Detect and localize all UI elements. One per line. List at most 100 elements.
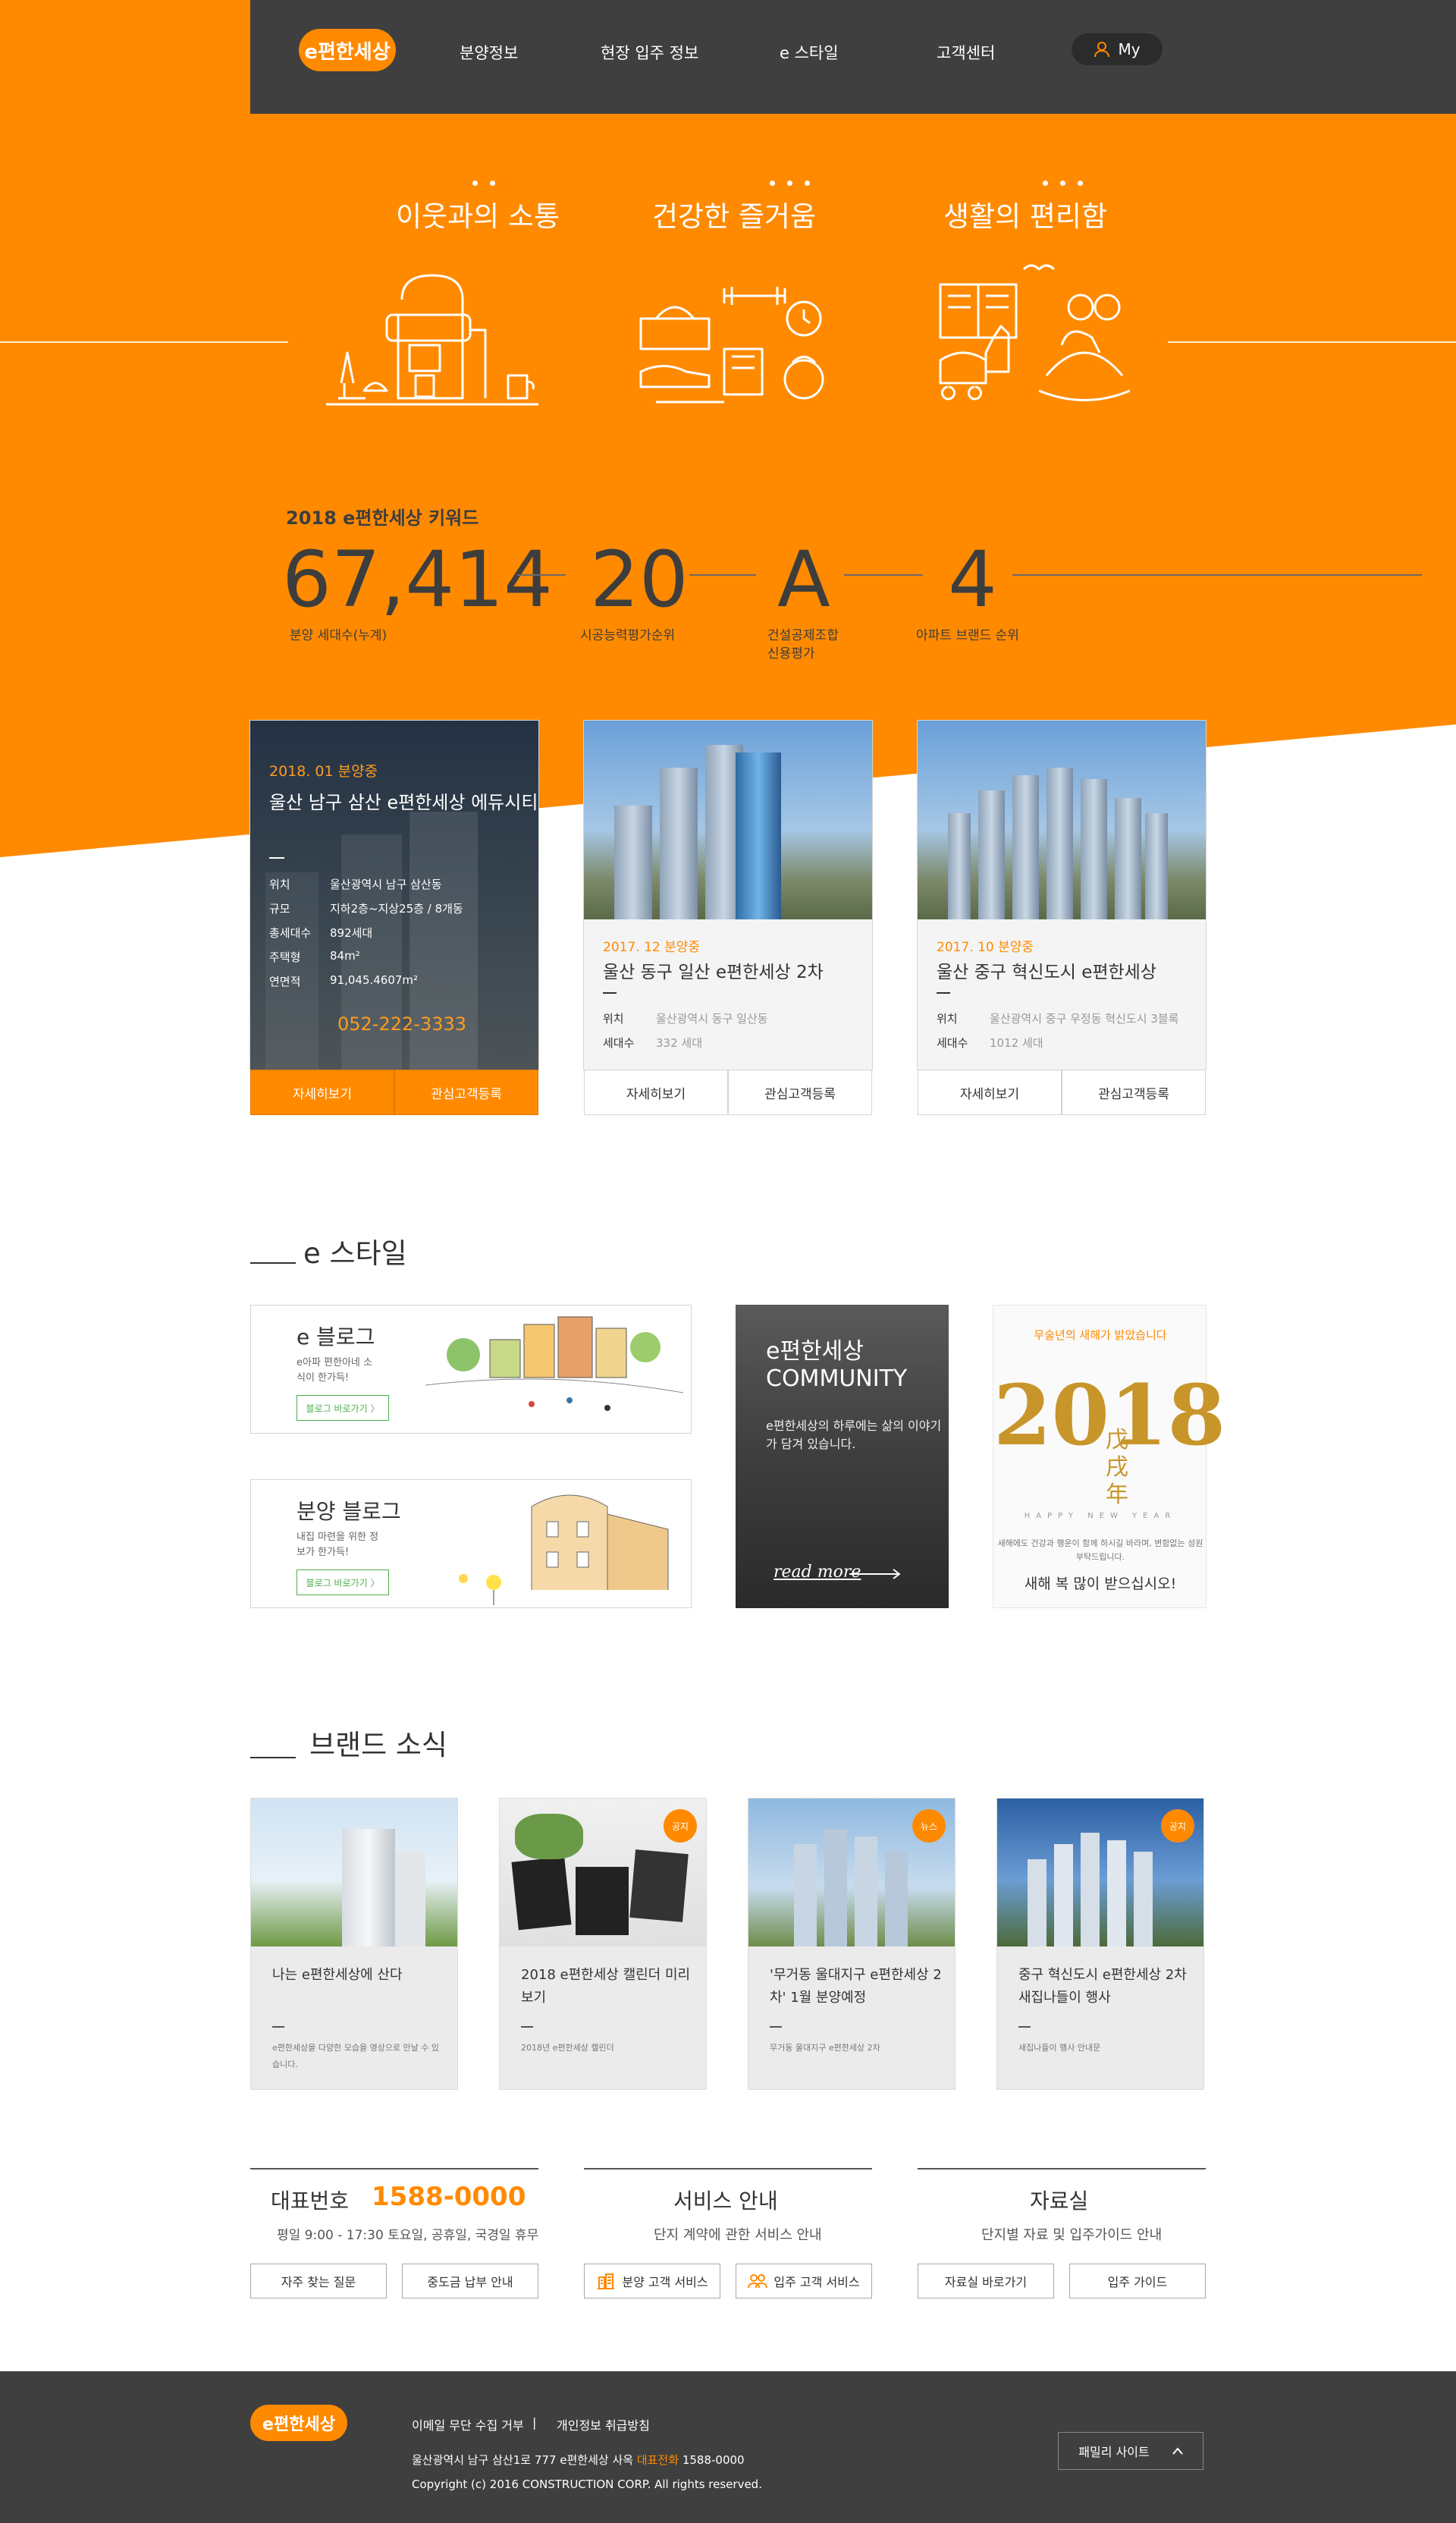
detail-button[interactable]: 자세히보기	[918, 1070, 1062, 1115]
top-nav-bar	[250, 0, 1456, 114]
register-button[interactable]: 관심고객등록	[394, 1070, 538, 1115]
keyword-value-1: 67,414	[282, 535, 553, 625]
card-dash	[603, 992, 617, 994]
emphasis-dots	[1043, 181, 1083, 186]
divider-line	[844, 574, 923, 576]
news-card-4[interactable]: 공지 중구 혁신도시 e편한세상 2차 새집나들이 행사 새집나들이 행사 안내…	[996, 1798, 1204, 2090]
service-title: 서비스 안내	[673, 2188, 778, 2214]
news-card-3[interactable]: 뉴스 '무거동 울대지구 e편한세상 2차' 1월 분양예정 무거동 울대지구 …	[748, 1798, 956, 2090]
footer: e편한세상 이메일 무단 수집 거부 | 개인정보 취급방침 울산광역시 남구 …	[0, 2371, 1456, 2523]
register-button[interactable]: 관심고객등록	[728, 1070, 872, 1115]
move-service-label: 입주 고객 서비스	[774, 2275, 860, 2289]
divider-line	[517, 574, 566, 576]
divider-line	[689, 574, 756, 576]
keyword-value-4: 4	[948, 535, 997, 625]
archive-title: 자료실	[1030, 2188, 1089, 2214]
keyword-label-1: 분양 세대수(누계)	[290, 628, 388, 643]
concept-title-3: 생활의 편리함	[943, 200, 1107, 233]
new-year-top-text: 무술년의 새해가 밝았습니다	[1034, 1328, 1167, 1342]
page-root: { "brand": {"logo_text": "e편한세상", "accen…	[0, 0, 1456, 2523]
news-desc: e편한세상을 다양한 모습을 영상으로 만날 수 있습니다.	[272, 2043, 440, 2069]
register-button[interactable]: 관심고객등록	[1062, 1070, 1206, 1115]
card-row: 규모 지하2층~지상25층 / 8개동	[269, 902, 463, 916]
news-card-1[interactable]: 나는 e편한세상에 산다 e편한세상을 다양한 모습을 영상으로 만날 수 있습…	[250, 1798, 458, 2090]
hero-line-right	[1168, 341, 1456, 343]
footer-divider: |	[532, 2415, 537, 2430]
card-row: 위치 울산광역시 남구 삼산동	[269, 878, 442, 891]
community-desc: e편한세상의 하루에는 삶의 이야기가 담겨 있습니다.	[766, 1419, 942, 1451]
my-button[interactable]: My	[1072, 33, 1163, 65]
divider-line	[1012, 574, 1422, 576]
move-service-button[interactable]: 입주 고객 서비스	[736, 2264, 872, 2298]
keyword-label-2: 시공능력평가순위	[580, 628, 676, 643]
blog-link-button[interactable]: 블로그 바로가기 〉	[297, 1395, 389, 1421]
town-illustration	[425, 1316, 684, 1411]
news-dash	[770, 2026, 782, 2028]
family-site-label: 패밀리 사이트	[1078, 2445, 1150, 2459]
detail-button[interactable]: 자세히보기	[584, 1070, 728, 1115]
news-title: 중구 혁신도시 e편한세상 2차 새집나들이 행사	[1018, 1967, 1187, 2006]
archive-sub: 단지별 자료 및 입주가이드 안내	[981, 2227, 1163, 2243]
chevron-up-icon	[1172, 2447, 1183, 2455]
card-title: 울산 동구 일산 e편한세상 2차	[603, 963, 824, 982]
footer-logo[interactable]: e편한세상	[250, 2405, 347, 2441]
blog-card-sale[interactable]: 분양 블로그 내집 마련을 위한 정보가 한가득! 블로그 바로가기 〉	[250, 1479, 692, 1608]
family-life-icon	[939, 264, 1130, 401]
read-more-link[interactable]: read more	[774, 1563, 861, 1582]
footer-address: 울산광역시 남구 삼산1로 777 e편한세상 사옥 대표전화 1588-000…	[412, 2453, 745, 2467]
new-year-year: 2018	[993, 1366, 1226, 1464]
community-title-2: COMMUNITY	[766, 1365, 908, 1392]
sale-service-label: 분양 고객 서비스	[622, 2275, 708, 2289]
blog-link-button[interactable]: 블로그 바로가기 〉	[297, 1569, 389, 1595]
blog-card-e[interactable]: e 블로그 e아파 편한아네 소식이 한가득! 블로그 바로가기 〉	[250, 1305, 692, 1434]
news-desc: 새집나들이 행사 안내문	[1018, 2043, 1101, 2053]
emphasis-dots	[770, 181, 810, 186]
brandnews-title: 브랜드 소식	[309, 1729, 447, 1761]
news-badge: 뉴스	[912, 1809, 946, 1843]
privacy-policy-link[interactable]: 개인정보 취급방침	[557, 2415, 650, 2433]
card-tag: 2017. 12 분양중	[603, 940, 701, 955]
nav-item-sale-info[interactable]: 분양정보	[460, 41, 518, 64]
sale-service-button[interactable]: 분양 고객 서비스	[584, 2264, 720, 2298]
news-photo	[251, 1799, 457, 1946]
news-card-2[interactable]: 공지 2018 e편한세상 캘린더 미리보기 2018년 e편한세상 캘린더	[499, 1798, 707, 2090]
service-sub: 단지 계약에 관한 서비스 안내	[654, 2227, 822, 2243]
community-card[interactable]: e편한세상 COMMUNITY e편한세상의 하루에는 삶의 이야기가 담겨 있…	[736, 1305, 949, 1608]
nav-item-estyle[interactable]: e 스타일	[780, 41, 839, 64]
project-photo	[584, 721, 872, 919]
info-top-line	[584, 2168, 872, 2170]
hero-line-left	[0, 341, 288, 343]
arrow-right-icon	[849, 1569, 901, 1579]
new-year-card[interactable]: 무술년의 새해가 밝았습니다 2018 戊戌年 HAPPY NEW YEAR 새…	[993, 1305, 1226, 1608]
archive-button[interactable]: 자료실 바로가기	[918, 2264, 1054, 2298]
news-desc: 2018년 e편한세상 캘린더	[521, 2043, 614, 2053]
card-row: 총세대수 892세대	[269, 926, 373, 940]
keyword-value-3: A	[777, 535, 830, 625]
news-dash	[272, 2026, 284, 2028]
project-card-featured[interactable]: 2018. 01 분양중 울산 남구 삼산 e편한세상 에듀시티 위치 울산광역시…	[250, 721, 538, 1115]
brand-logo[interactable]: e편한세상	[299, 29, 396, 71]
card-row: 세대수 332 세대	[603, 1036, 702, 1050]
detail-button[interactable]: 자세히보기	[250, 1070, 394, 1115]
nav-item-site-info[interactable]: 현장 입주 정보	[601, 41, 698, 64]
card-row: 주택형 84m²	[269, 949, 360, 964]
card-dash	[937, 992, 950, 994]
nav-item-customer-center[interactable]: 고객센터	[937, 41, 995, 64]
new-year-chinese: 戊戌年	[1106, 1427, 1128, 1508]
blog-title: 분양 블로그	[297, 1499, 401, 1524]
keyword-label-4: 아파트 브랜드 순위	[916, 628, 1019, 643]
estyle-title: e 스타일	[303, 1237, 407, 1270]
family-site-select[interactable]: 패밀리 사이트	[1058, 2432, 1203, 2470]
phone-hours: 평일 9:00 - 17:30 토요일, 공휴일, 국경일 휴무	[277, 2228, 539, 2243]
news-badge: 공지	[1161, 1809, 1194, 1843]
payment-button[interactable]: 중도금 납부 안내	[402, 2264, 538, 2298]
faq-button[interactable]: 자주 찾는 질문	[250, 2264, 387, 2298]
project-card-2[interactable]: 2017. 12 분양중 울산 동구 일산 e편한세상 2차 위치 울산광역시 동…	[584, 721, 872, 1115]
card-row: 위치 울산광역시 동구 일산동	[603, 1012, 768, 1026]
card-tag: 2018. 01 분양중	[269, 763, 378, 780]
new-year-hny: HAPPY NEW YEAR	[1024, 1512, 1177, 1520]
email-policy-link[interactable]: 이메일 무단 수집 거부	[412, 2415, 524, 2433]
guide-button[interactable]: 입주 가이드	[1069, 2264, 1206, 2298]
project-card-3[interactable]: 2017. 10 분양중 울산 중구 혁신도시 e편한세상 위치 울산광역시 중구…	[918, 721, 1206, 1115]
news-desc: 무거동 울대지구 e편한세상 2차	[770, 2043, 880, 2053]
